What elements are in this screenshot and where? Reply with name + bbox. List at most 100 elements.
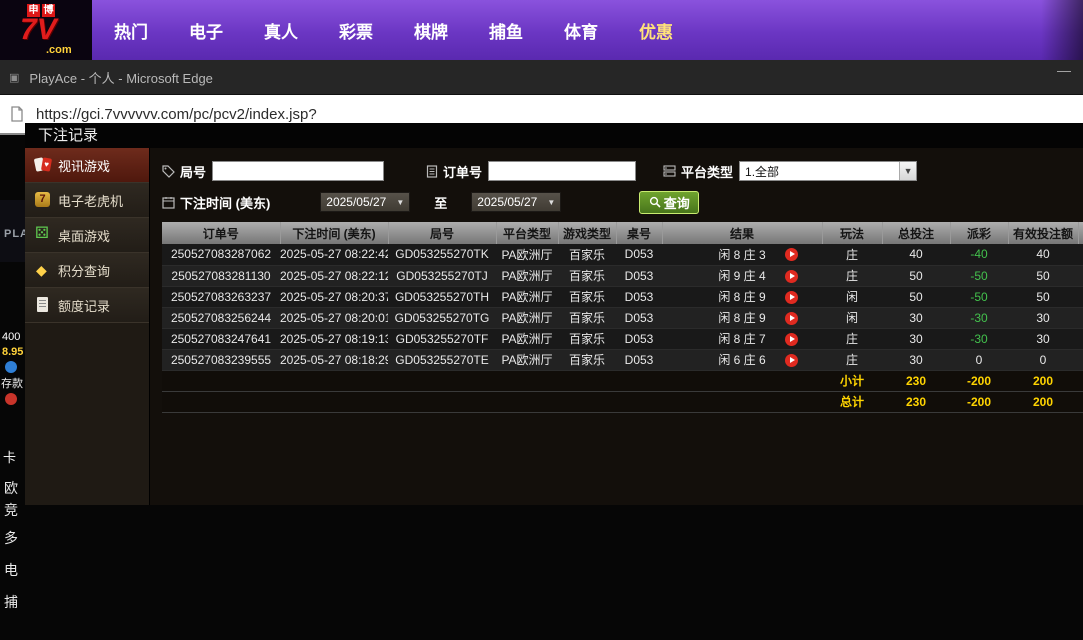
table-cell: GD053255270TK [388,244,496,266]
column-header: 局号 [388,222,497,244]
replay-icon[interactable] [785,290,798,304]
table-cell: PA欧洲厅 [496,328,558,350]
sidebar-item-3[interactable]: 桌面游戏 [25,218,149,253]
round-input[interactable] [212,161,385,181]
grand-total-row-label: 总计 [822,390,882,413]
table-cell: PA欧洲厅 [496,286,558,308]
sidebar-item-2[interactable]: 电子老虎机 [25,183,149,218]
table-cell: PA欧洲厅 [496,307,558,329]
replay-icon[interactable] [785,311,798,325]
url-input[interactable]: https://gci.7vvvvvv.com/pc/pcv2/index.js… [36,106,317,123]
sidebar-item-label: 额度记录 [58,298,111,314]
replay-icon[interactable] [785,353,798,367]
deposit-label[interactable]: 存款 [1,375,23,391]
panel-title: 下注记录 [25,123,1083,148]
order-number-input[interactable] [488,161,637,181]
table-cell: 庄 [822,349,882,371]
table-cell: GD053255270TJ [388,265,496,287]
table-cell: GD053255270TE [388,349,496,371]
table-cell: 2025-05-27 08:20:01 [280,307,388,329]
nav-item-4[interactable]: 彩票 [339,18,373,43]
left-rail-item-2[interactable]: 竞 [4,500,18,520]
left-rail-item-5[interactable]: 捕 [4,592,18,612]
table-cell: 庄 [822,244,882,266]
replay-icon[interactable] [785,332,798,346]
round-label: 局号 [180,164,207,180]
deposit-icon[interactable] [5,361,17,373]
table-cell: 250527083256244 [162,307,280,329]
sidebar-item-1[interactable]: 视讯游戏 [25,148,149,183]
table-row: 250527083256244 2025-05-27 08:20:01 GD0532… [162,307,1083,329]
nav-item-2[interactable]: 电子 [189,18,223,43]
table-cell: 40 [882,244,950,266]
bet-time-label: 下注时间 (美东) [180,195,271,211]
replay-icon[interactable] [785,248,798,261]
edge-titlebar: ▣ PlayAce - 个人 - Microsoft Edge — [0,60,1083,95]
summary-blank [1078,390,1083,413]
left-rail-item-3[interactable]: 多 [4,528,18,548]
table-cell: 250527083281130 [162,265,280,287]
search-icon [649,196,661,208]
table-cell: D053 [616,328,662,350]
minimize-button[interactable]: — [1057,62,1071,78]
promo-icon[interactable] [5,393,17,405]
table-cell: 已派彩 [1078,349,1083,371]
nav-item-8[interactable]: 优惠 [639,18,673,43]
table-cell: 30 [1008,328,1078,350]
result-text: 闲 8 庄 3 [718,247,766,262]
card-label[interactable]: 卡 [3,447,16,466]
nav-item-6[interactable]: 捕鱼 [489,18,523,43]
table-cell: 已派彩 [1078,265,1083,287]
ledger-icon [33,297,52,313]
table-cell: 250527083247641 [162,328,280,350]
nav-item-3[interactable]: 真人 [264,18,298,43]
nav-item-1[interactable]: 热门 [114,18,148,43]
table-cell: 50 [882,265,950,287]
table-cell: 百家乐 [558,265,616,287]
table-cell: 已派彩 [1078,328,1083,350]
sidebar-item-4[interactable]: 积分查询 [25,253,149,288]
date-to-picker[interactable]: 2025/05/27 ▼ [471,192,562,212]
table-cell: -30 [950,328,1008,350]
left-rail-item-4[interactable]: 电 [4,560,18,580]
result-text: 闲 8 庄 9 [718,311,766,325]
records-table-wrap: 订单号下注时间 (美东)局号平台类型游戏类型桌号结果玩法总投注派彩有效投注额状态… [162,222,1083,413]
table-cell: 0 [1008,349,1078,371]
table-cell: 2025-05-27 08:19:13 [280,328,388,350]
tag-icon [162,164,175,178]
date-from-picker[interactable]: 2025/05/27 ▼ [320,192,411,212]
table-cell: 已派彩 [1078,307,1083,329]
platform-type-select[interactable]: 1.全部 ▼ [739,161,918,181]
search-button[interactable]: 查询 [639,190,700,214]
platform-label: 平台类型 [681,164,734,180]
platform-list-icon [663,165,676,177]
table-row: 250527083263237 2025-05-27 08:20:37 GD0532… [162,286,1083,308]
summary-blank [162,369,822,392]
summary-blank [1078,369,1083,392]
table-cell: 百家乐 [558,307,616,329]
table-cell: 50 [1008,265,1078,287]
panel-main: 局号 订单号 平台类型 1.全部 ▼ 下注时间 (美东) 2025/05/27 … [150,148,1083,505]
balance-amount-gold: 8.95 [2,346,24,358]
table-cell: 百家乐 [558,286,616,308]
grand-total-row-valid-bet: 200 [1008,390,1078,413]
table-cell: 闲 9 庄 4 [662,265,822,287]
slot-icon [33,192,52,208]
column-header: 桌号 [616,222,663,244]
replay-icon[interactable] [785,269,798,283]
table-head: 订单号下注时间 (美东)局号平台类型游戏类型桌号结果玩法总投注派彩有效投注额状态 [162,222,1083,244]
date-to-value: 2025/05/27 [477,195,538,209]
table-cell: 0 [950,349,1008,371]
nav-item-5[interactable]: 棋牌 [414,18,448,43]
sidebar-item-label: 桌面游戏 [58,228,111,244]
sidebar-item-5[interactable]: 额度记录 [25,288,149,323]
sidebar-item-label: 电子老虎机 [58,193,124,209]
site-logo[interactable]: 申 博 7V .com [0,0,92,60]
order-label-group: 订单号 [426,162,482,181]
header-row: 订单号下注时间 (美东)局号平台类型游戏类型桌号结果玩法总投注派彩有效投注额状态 [162,222,1083,244]
grand-total-row: 总计 230 -200 200 [162,390,1083,413]
table-cell: D053 [616,265,662,287]
left-rail-item-1[interactable]: 欧 [4,478,18,498]
table-cell: GD053255270TH [388,286,496,308]
nav-item-7[interactable]: 体育 [564,18,598,43]
